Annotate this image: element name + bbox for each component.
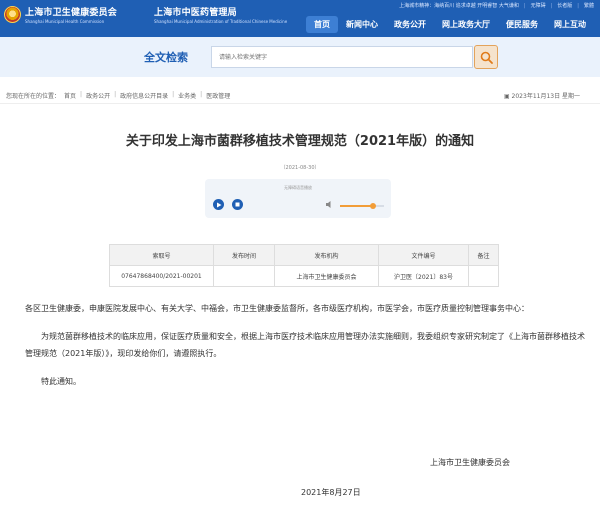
document-meta-table: 索取号 发布时间 发布机构 文件编号 备注 07647868400/2021-0… (109, 244, 499, 287)
search-band: 全文检索 (0, 37, 600, 77)
breadcrumb-medical-admin[interactable]: 医政管理 (206, 91, 230, 100)
breadcrumb-gov-affairs[interactable]: 政务公开 (86, 91, 110, 100)
article-title: 关于印发上海市菌群移植技术管理规范（2021年版）的通知 (125, 134, 475, 149)
accessibility-link[interactable]: 无障碍 (531, 2, 546, 9)
breadcrumb: 您现在所在的位置： 首页 | 政务公开 | 政府信息公开目录 | 业务类 | 医… (6, 91, 231, 100)
breadcrumb-business[interactable]: 业务类 (178, 91, 196, 100)
org-name: 上海市卫生健康委员会 (25, 8, 118, 18)
meta-remark-value (468, 265, 499, 287)
article-body: 各区卫生健康委，申康医院发展中心、有关大学、中福会，市卫生健康委监督所，各市级医… (25, 300, 585, 401)
nav-services[interactable]: 便民服务 (498, 16, 546, 33)
publish-date: （2021-08-30） (280, 165, 320, 171)
meta-docno-value: 沪卫医〔2021〕83号 (378, 265, 469, 287)
play-icon (216, 202, 221, 207)
meta-header-date: 发布时间 (213, 244, 275, 266)
meta-header-remark: 备注 (468, 244, 499, 266)
top-utility-bar: 上海城市精神：海纳百川 追求卓越 开明睿智 大气谦和 | 无障碍 | 长者版 |… (399, 2, 594, 10)
meta-index-value: 07647868400/2021-00201 (109, 265, 214, 287)
audio-player: 无障碍语音播放 (205, 179, 391, 218)
meta-header-index: 索取号 (109, 244, 214, 266)
main-paragraph: 为规范菌群移植技术的临床应用，保证医疗质量和安全，根据上海市医疗技术临床应用管理… (25, 332, 585, 358)
meta-header-row: 索取号 发布时间 发布机构 文件编号 备注 (109, 244, 499, 266)
breadcrumb-row: 您现在所在的位置： 首页 | 政务公开 | 政府信息公开目录 | 业务类 | 医… (0, 88, 600, 104)
breadcrumb-catalog[interactable]: 政府信息公开目录 (120, 91, 168, 100)
meta-header-docno: 文件编号 (378, 244, 469, 266)
emblem-icon (4, 6, 21, 23)
breadcrumb-prefix: 您现在所在的位置： (6, 93, 61, 100)
play-button[interactable] (213, 199, 224, 210)
recipients-paragraph: 各区卫生健康委，申康医院发展中心、有关大学、中福会，市卫生健康委监督所，各市级医… (25, 304, 529, 313)
stop-button[interactable] (232, 199, 243, 210)
org2-name-en: Shanghai Municipal Administration of Tra… (154, 19, 288, 24)
site-header: 上海市卫生健康委员会 Shanghai Municipal Health Com… (0, 0, 600, 37)
volume-slider-fill (340, 205, 373, 207)
traditional-chinese-link[interactable]: 繁體 (584, 2, 594, 9)
org-name-en: Shanghai Municipal Health Commission (25, 19, 105, 24)
city-spirit-text: 上海城市精神：海纳百川 追求卓越 开明睿智 大气谦和 (399, 3, 519, 9)
main-nav: 首页 新闻中心 政务公开 网上政务大厅 便民服务 网上互动 (306, 16, 594, 33)
volume-icon[interactable] (326, 201, 334, 208)
meta-org-value: 上海市卫生健康委员会 (274, 265, 379, 287)
nav-gov-affairs[interactable]: 政务公开 (386, 16, 434, 33)
org2-logo[interactable]: 上海市中医药管理局 Shanghai Municipal Administrat… (154, 5, 287, 24)
current-date: ▣ 2023年11月13日 星期一 (503, 93, 580, 100)
signature: 上海市卫生健康委员会 (430, 458, 510, 467)
calendar-icon: ▣ (503, 93, 512, 100)
closing-paragraph: 特此通知。 (41, 377, 81, 386)
player-label: 无障碍语音播放 (284, 185, 312, 190)
site-logo[interactable]: 上海市卫生健康委员会 Shanghai Municipal Health Com… (4, 5, 117, 24)
meta-date-value (213, 265, 275, 287)
stop-icon (235, 202, 240, 207)
search-title: 全文检索 (144, 51, 188, 64)
signature-date: 2021年8月27日 (301, 488, 361, 497)
volume-slider[interactable] (340, 203, 384, 209)
nav-online-hall[interactable]: 网上政务大厅 (434, 16, 498, 33)
volume-slider-knob[interactable] (370, 203, 376, 209)
nav-news[interactable]: 新闻中心 (338, 16, 386, 33)
search-button[interactable] (474, 45, 498, 69)
elderly-version-link[interactable]: 长者版 (557, 2, 572, 9)
nav-interaction[interactable]: 网上互动 (546, 16, 594, 33)
nav-home[interactable]: 首页 (306, 16, 338, 33)
meta-value-row: 07647868400/2021-00201 上海市卫生健康委员会 沪卫医〔20… (109, 265, 499, 287)
org2-name: 上海市中医药管理局 (154, 8, 237, 18)
breadcrumb-home[interactable]: 首页 (64, 91, 76, 100)
search-icon (480, 51, 493, 64)
search-input[interactable] (211, 46, 473, 68)
meta-header-org: 发布机构 (274, 244, 379, 266)
